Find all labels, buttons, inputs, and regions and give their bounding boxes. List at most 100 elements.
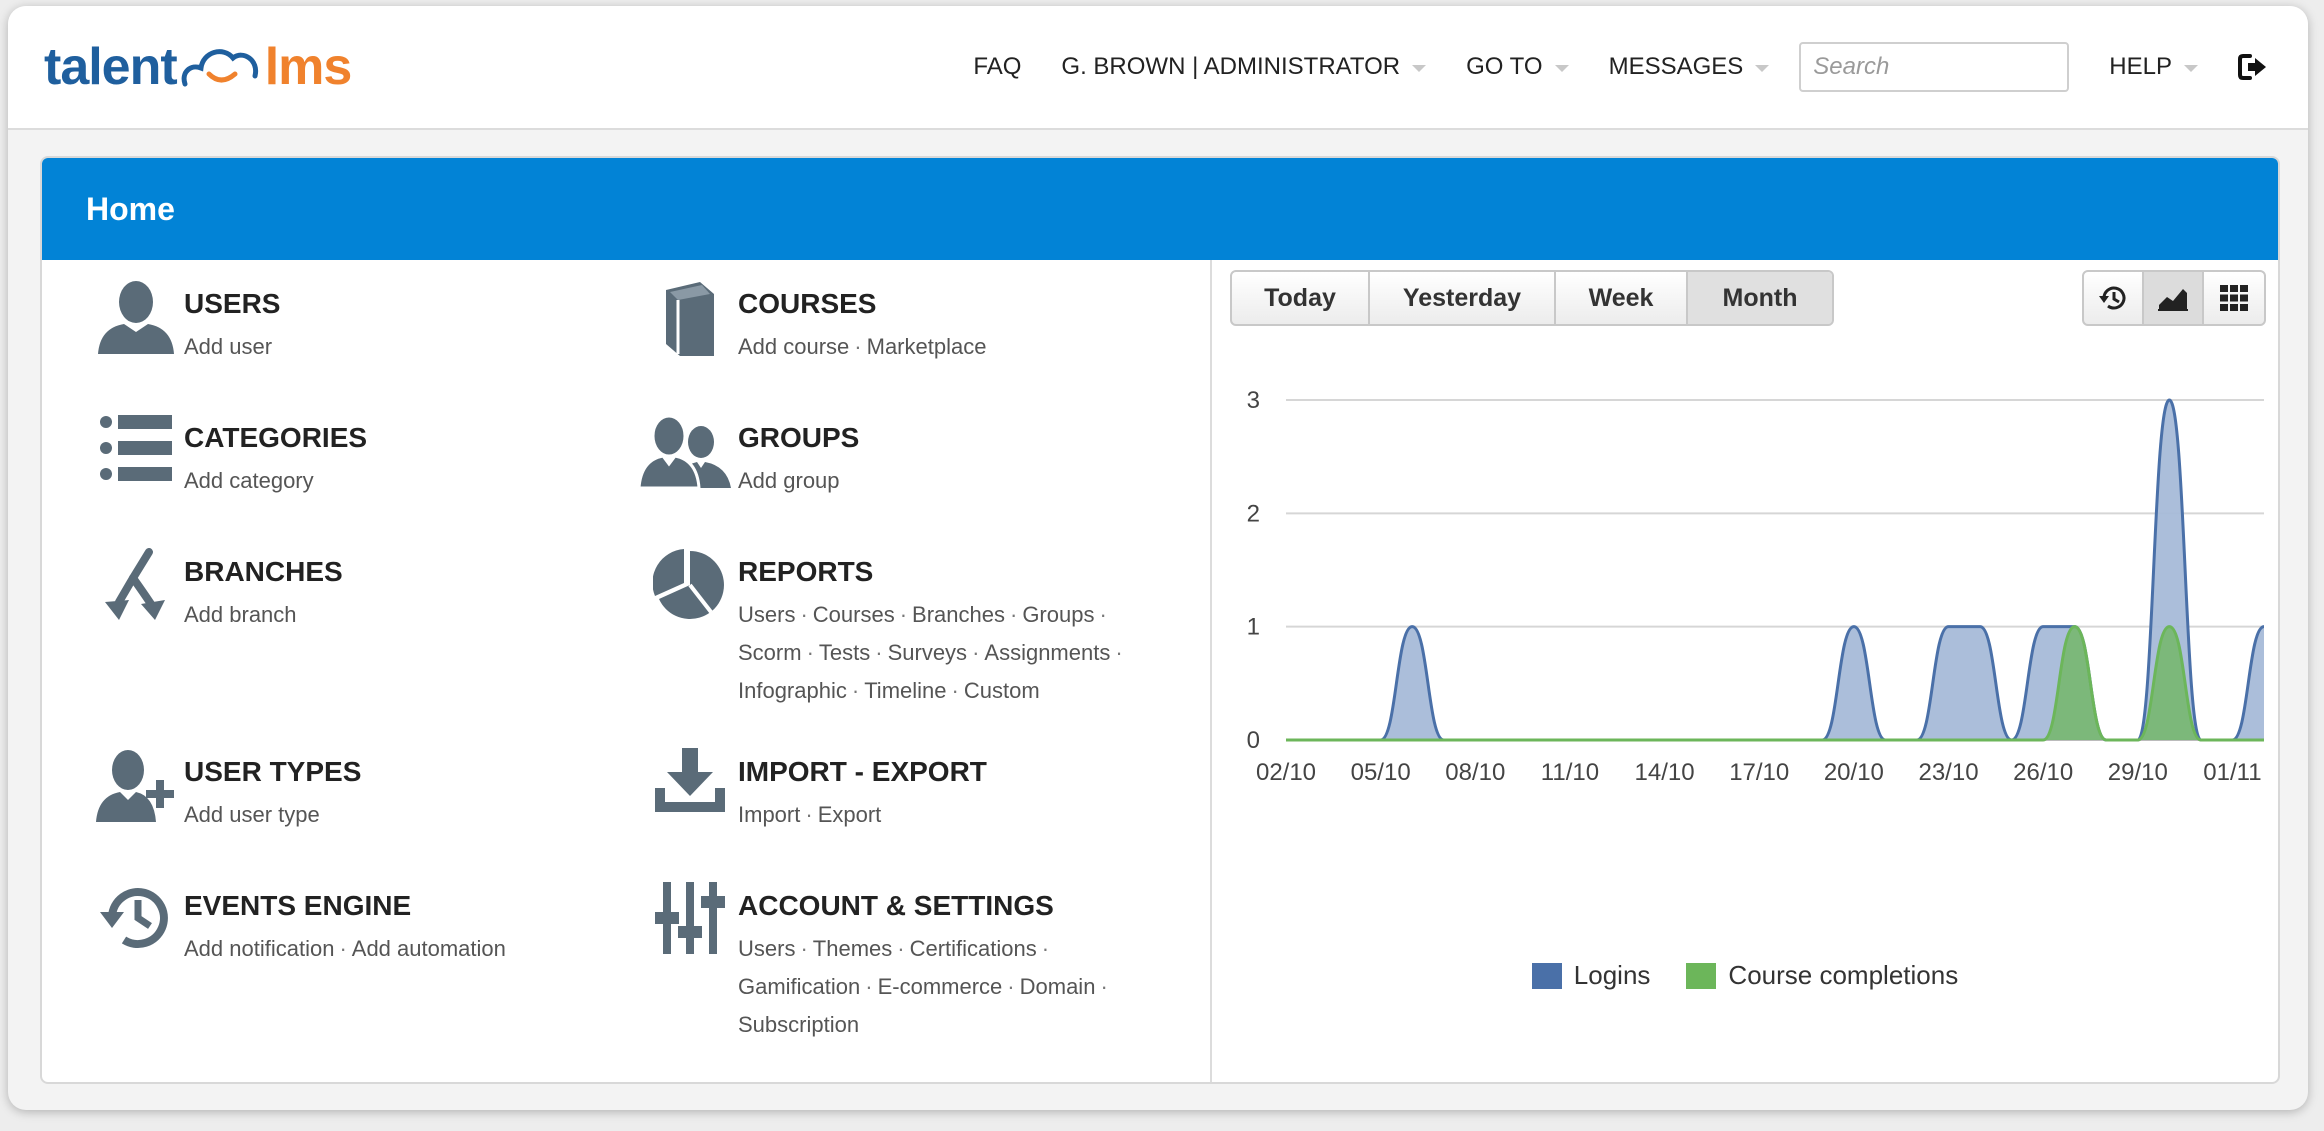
link-reports-infographic[interactable]: Infographic [738,678,847,703]
tile-courses: COURSES Add course · Marketplace [642,280,986,370]
range-week-button[interactable]: Week [1556,272,1688,324]
app-window: talent lms FAQ G. BROWN | ADMINISTRATOR … [8,6,2308,1110]
legend-swatch-logins [1531,962,1562,989]
history-icon [2099,286,2126,310]
tile-user-types-title[interactable]: USER TYPES [184,754,361,790]
logo[interactable]: talent lms [44,36,352,98]
chart-legend: Logins Course completions [1212,960,2278,991]
x-tick-label: 23/10 [1918,759,1978,786]
view-area-chart-button[interactable] [2144,272,2204,324]
tile-import-export-title[interactable]: IMPORT - EXPORT [738,754,987,790]
range-today-button[interactable]: Today [1232,272,1370,324]
x-tick-label: 20/10 [1824,759,1884,786]
nav-help-menu[interactable]: HELP [2109,53,2198,81]
download-icon [655,748,725,812]
tile-users-title[interactable]: USERS [184,286,280,322]
tile-account-settings: ACCOUNT & SETTINGS Users · Themes · Certific… [642,882,1158,1044]
legend-swatch-course-completions [1686,962,1717,989]
activity-chart-section: Today Yesterday Week Month 0 1 2 3 02/10… [1212,260,2278,1082]
y-tick-label: 3 [1247,387,1260,414]
link-reports-branches[interactable]: Branches [912,602,1005,627]
link-export[interactable]: Export [818,802,882,827]
nav-user-menu[interactable]: G. BROWN | ADMINISTRATOR [1061,53,1427,81]
legend-label-logins: Logins [1573,960,1651,990]
tile-reports-title[interactable]: REPORTS [738,554,1158,590]
history-icon [100,888,168,948]
tile-branches-title[interactable]: BRANCHES [184,554,343,590]
tile-users: USERS Add user [88,280,280,370]
link-settings-users[interactable]: Users [738,936,795,961]
tile-import-export: IMPORT - EXPORT Import · Export [642,748,987,838]
range-yesterday-button[interactable]: Yesterday [1370,272,1556,324]
x-tick-label: 01/11 [2203,759,2261,786]
nav-faq[interactable]: FAQ [973,53,1021,81]
link-settings-gamification[interactable]: Gamification [738,974,860,999]
legend-label-course-completions: Course completions [1728,960,1959,990]
range-month-button[interactable]: Month [1688,272,1832,324]
activity-chart: 0 1 2 3 02/10 05/10 08/10 11/10 14/10 17/10 20/10 2… [1247,387,2265,786]
nav-faq-label: FAQ [973,53,1022,80]
link-marketplace[interactable]: Marketplace [867,334,987,359]
link-settings-subscription[interactable]: Subscription [738,1012,859,1037]
nav-messages-label: MESSAGES [1608,53,1744,80]
x-tick-label: 05/10 [1351,759,1411,786]
search-input[interactable] [1799,42,2070,92]
y-tick-label: 2 [1247,500,1260,527]
link-add-group[interactable]: Add group [738,468,840,493]
link-add-category[interactable]: Add category [184,468,314,493]
tile-account-settings-title[interactable]: ACCOUNT & SETTINGS [738,888,1158,924]
user-add-icon [96,750,174,822]
x-tick-label: 26/10 [2013,759,2073,786]
link-reports-surveys[interactable]: Surveys [888,640,967,665]
link-import[interactable]: Import [738,802,800,827]
link-reports-assignments[interactable]: Assignments [984,640,1110,665]
link-add-branch[interactable]: Add branch [184,602,297,627]
tile-categories-title[interactable]: CATEGORIES [184,420,367,456]
link-reports-courses[interactable]: Courses [813,602,895,627]
legend-item-logins[interactable]: Logins [1531,960,1651,991]
link-reports-custom[interactable]: Custom [964,678,1040,703]
link-add-course[interactable]: Add course [738,334,849,359]
tile-user-types: USER TYPES Add user type [88,748,361,838]
link-add-automation[interactable]: Add automation [352,936,506,961]
link-settings-certifications[interactable]: Certifications [910,936,1037,961]
pie-chart-icon [653,549,724,619]
view-toggle [2082,270,2266,326]
link-reports-groups[interactable]: Groups [1022,602,1094,627]
page-title: Home [86,190,175,227]
tile-events-engine-title[interactable]: EVENTS ENGINE [184,888,506,924]
tile-courses-title[interactable]: COURSES [738,286,986,322]
link-reports-scorm[interactable]: Scorm [738,640,802,665]
link-settings-domain[interactable]: Domain [1020,974,1096,999]
nav-help-label: HELP [2109,53,2172,80]
tile-reports: REPORTS Users · Courses · Branches · Groups · S… [642,548,1158,710]
view-grid-button[interactable] [2204,272,2264,324]
link-add-notification[interactable]: Add notification [184,936,334,961]
branch-icon [105,548,165,620]
top-header: talent lms FAQ G. BROWN | ADMINISTRATOR … [8,6,2308,130]
link-reports-users[interactable]: Users [738,602,795,627]
link-reports-tests[interactable]: Tests [819,640,870,665]
link-settings-ecommerce[interactable]: E-commerce [878,974,1003,999]
series-area-logins [1286,400,2264,740]
link-reports-timeline[interactable]: Timeline [864,678,946,703]
user-icon [98,281,174,354]
series-line-logins [1286,398,2265,742]
y-tick-label: 0 [1247,727,1260,754]
view-history-button[interactable] [2084,272,2144,324]
tile-groups-title[interactable]: GROUPS [738,420,859,456]
logo-text-talent: talent [44,38,178,96]
nav-messages-menu[interactable]: MESSAGES [1609,53,1770,81]
chevron-down-icon [1755,65,1770,72]
link-settings-themes[interactable]: Themes [813,936,892,961]
admin-tiles: USERS Add user COURSES Add course · Mark… [42,260,1212,1082]
legend-item-course-completions[interactable]: Course completions [1686,960,1958,991]
nav-goto-menu[interactable]: GO TO [1466,53,1569,81]
tile-groups: GROUPS Add group [632,414,859,504]
link-add-user[interactable]: Add user [184,334,272,359]
cloud-smile-icon [181,49,258,87]
x-tick-label: 17/10 [1729,759,1789,786]
home-panel: Home USERS Add user COURSES Add course ·… [40,156,2280,1084]
link-add-user-type[interactable]: Add user type [184,802,320,827]
logout-button[interactable] [2238,53,2268,81]
